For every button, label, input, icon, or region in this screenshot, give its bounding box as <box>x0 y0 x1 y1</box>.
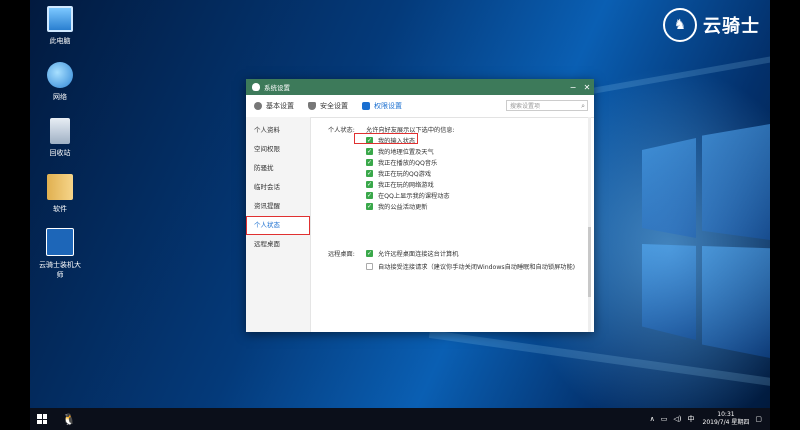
desktop-icon-network[interactable]: 网络 <box>36 62 84 102</box>
title-bar[interactable]: 系统设置 − ✕ <box>246 79 594 95</box>
checkbox-qq-games[interactable]: ✓ 我正在玩的QQ游戏 <box>366 169 431 178</box>
checkbox-icon[interactable]: ✓ <box>366 181 373 188</box>
desktop-icon-recycle-bin[interactable]: 回收站 <box>36 118 84 158</box>
checkbox-location-weather[interactable]: ✓ 我的地理位置及天气 <box>366 147 434 156</box>
desktop-icon-yunqishi[interactable]: 云骑士装机大师 <box>36 228 84 280</box>
option-label: 在QQ上显示我的课程动态 <box>378 193 450 200</box>
desktop-icon-label: 云骑士装机大师 <box>39 261 81 279</box>
option-label: 自动接受连接请求（建议你手动关闭Windows自动睡眠和自动锁屏功能) <box>378 264 576 271</box>
lock-icon <box>362 102 370 110</box>
windows-logo-icon <box>37 414 47 424</box>
ime-indicator[interactable]: 中 <box>688 414 695 424</box>
highlight-annotation <box>354 133 418 144</box>
notification-icon[interactable]: ▢ <box>755 415 762 423</box>
system-tray: ∧ ▭ ◁) 中 10:31 2019/7/4 星期四 ▢ <box>644 411 770 427</box>
option-label: 我正在玩的QQ游戏 <box>378 171 432 178</box>
checkbox-icon[interactable]: ✓ <box>366 148 373 155</box>
sidebar-item-anti-harassment[interactable]: 防骚扰 <box>246 159 310 178</box>
settings-tabs: 基本设置 安全设置 权限设置 搜索设置项 ⌕ <box>246 95 594 118</box>
sidebar-item-space-permission[interactable]: 空间权限 <box>246 140 310 159</box>
close-button[interactable]: ✕ <box>580 83 594 92</box>
tab-label: 权限设置 <box>374 102 402 110</box>
remote-desktop-label: 远程桌面: <box>328 251 355 258</box>
desktop-icon-computer[interactable]: 此电脑 <box>36 6 84 46</box>
tab-basic-settings[interactable]: 基本设置 <box>254 101 294 111</box>
checkbox-qq-music[interactable]: ✓ 我正在播放的QQ音乐 <box>366 158 437 167</box>
sidebar-item-personal-status[interactable]: 个人状态 <box>246 216 310 235</box>
scrollbar[interactable] <box>588 117 591 332</box>
desktop-icon-label: 网络 <box>53 93 67 101</box>
checkbox-online-games[interactable]: ✓ 我正在玩的网络游戏 <box>366 180 434 189</box>
knight-logo-icon: ♞ <box>663 8 697 42</box>
network-tray-icon[interactable]: ▭ <box>661 415 668 423</box>
checkbox-charity-updates[interactable]: ✓ 我的公益活动更新 <box>366 202 428 211</box>
gear-icon <box>254 102 262 110</box>
sidebar-item-temp-session[interactable]: 临时会话 <box>246 178 310 197</box>
shield-icon <box>308 102 316 110</box>
checkbox-icon[interactable]: ✓ <box>366 250 373 257</box>
folder-icon <box>47 174 73 200</box>
minimize-button[interactable]: − <box>566 83 580 92</box>
yunqishi-icon <box>46 228 74 256</box>
checkbox-icon[interactable]: ✓ <box>366 170 373 177</box>
sidebar-item-news-reminder[interactable]: 资讯提醒 <box>246 197 310 216</box>
desktop-icon-software[interactable]: 软件 <box>36 174 84 214</box>
tab-permission-settings[interactable]: 权限设置 <box>362 101 402 111</box>
start-button[interactable] <box>30 408 54 430</box>
desktop-icon-label: 此电脑 <box>49 37 71 45</box>
checkbox-icon[interactable]: ✓ <box>366 192 373 199</box>
search-icon[interactable]: ⌕ <box>581 101 585 112</box>
search-placeholder: 搜索设置项 <box>510 103 541 110</box>
computer-icon <box>47 6 73 32</box>
watermark-text: 云骑士 <box>703 16 760 37</box>
tab-label: 基本设置 <box>266 102 294 110</box>
sidebar-item-remote-desktop[interactable]: 远程桌面 <box>246 235 310 254</box>
tab-security-settings[interactable]: 安全设置 <box>308 101 348 111</box>
clock-time: 10:31 <box>717 411 735 418</box>
settings-window: 系统设置 − ✕ 基本设置 安全设置 权限设置 搜索设置项 ⌕ 个人资料 空间权… <box>246 79 594 332</box>
recycle-bin-icon <box>50 118 70 144</box>
scrollbar-thumb[interactable] <box>588 227 591 297</box>
settings-content: 个人状态: 允许向好友展示以下选中的信息: ✓ 我的输入状态 ✓ 我的地理位置及… <box>312 117 586 332</box>
option-label: 我正在玩的网络游戏 <box>378 182 434 189</box>
clock-date: 2019/7/4 星期四 <box>702 419 750 426</box>
tab-label: 安全设置 <box>320 102 348 110</box>
option-label: 允许远程桌面连接这台计算机 <box>378 251 459 258</box>
settings-sidebar: 个人资料 空间权限 防骚扰 临时会话 资讯提醒 个人状态 远程桌面 <box>246 117 311 332</box>
taskbar: 🐧 ∧ ▭ ◁) 中 10:31 2019/7/4 星期四 ▢ <box>30 408 770 430</box>
checkbox-icon[interactable] <box>366 263 373 270</box>
checkbox-icon[interactable]: ✓ <box>366 203 373 210</box>
option-label: 我的公益活动更新 <box>378 204 428 211</box>
clock[interactable]: 10:31 2019/7/4 星期四 <box>703 411 750 427</box>
volume-icon[interactable]: ◁) <box>673 415 681 423</box>
checkbox-icon[interactable]: ✓ <box>366 159 373 166</box>
option-label: 我的地理位置及天气 <box>378 149 434 156</box>
checkbox-auto-accept[interactable]: 自动接受连接请求（建议你手动关闭Windows自动睡眠和自动锁屏功能) <box>366 262 575 271</box>
yunqishi-watermark: ♞ 云骑士 <box>663 8 760 42</box>
checkbox-course-activity[interactable]: ✓ 在QQ上显示我的课程动态 <box>366 191 450 200</box>
desktop-icon-label: 回收站 <box>49 149 71 157</box>
window-title: 系统设置 <box>264 84 290 92</box>
sidebar-item-profile[interactable]: 个人资料 <box>246 121 310 140</box>
desktop-icon-label: 软件 <box>53 205 67 213</box>
taskbar-qq-app[interactable]: 🐧 <box>58 408 80 430</box>
qq-penguin-icon <box>252 83 260 91</box>
search-input[interactable]: 搜索设置项 ⌕ <box>506 100 588 111</box>
network-icon <box>47 62 73 88</box>
qq-penguin-icon: 🐧 <box>62 412 76 426</box>
option-label: 我正在播放的QQ音乐 <box>378 160 438 167</box>
tray-chevron-icon[interactable]: ∧ <box>650 415 655 423</box>
